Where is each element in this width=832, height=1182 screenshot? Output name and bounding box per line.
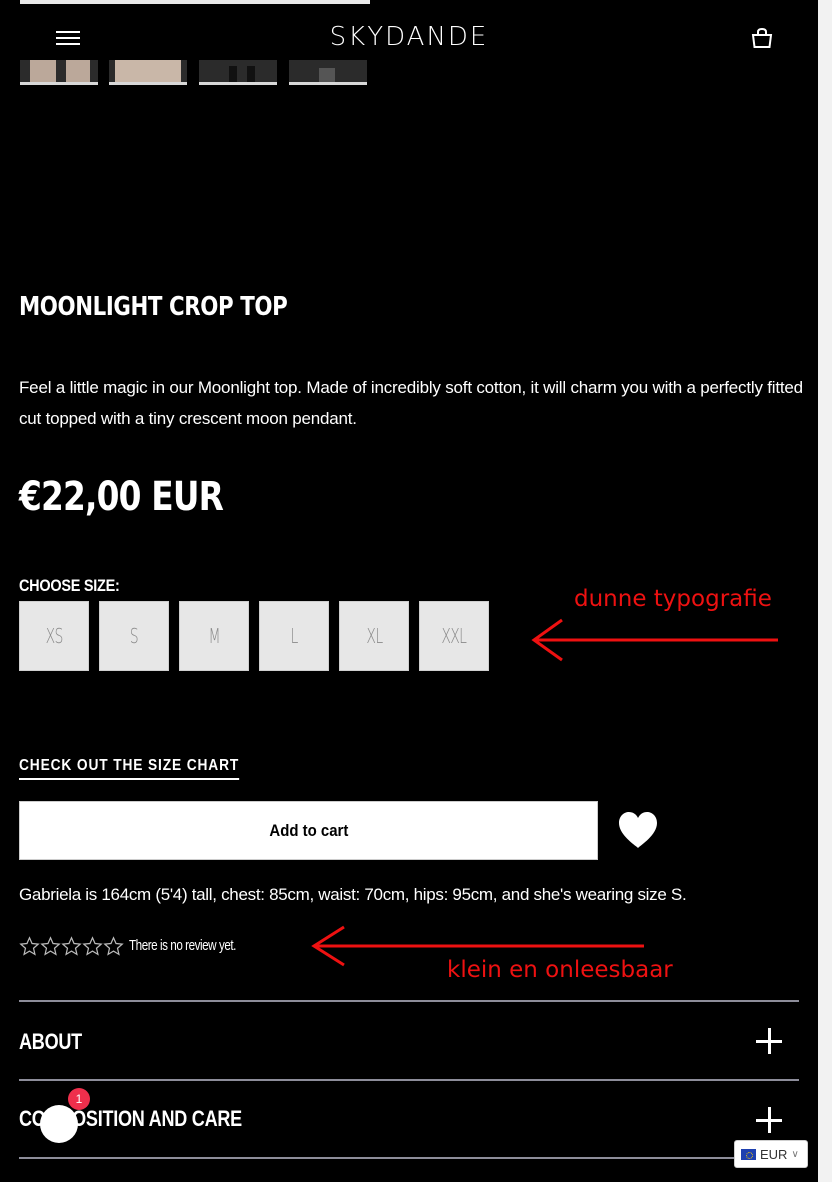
star-outline-icon <box>103 936 124 956</box>
rating-stars <box>19 936 124 958</box>
divider <box>19 1157 799 1159</box>
divider <box>19 1079 799 1081</box>
star-outline-icon <box>19 936 40 956</box>
chevron-down-icon: ∨ <box>791 1148 799 1160</box>
plus-icon[interactable] <box>756 1107 782 1133</box>
size-option-xs[interactable]: XS <box>19 601 89 671</box>
model-size-info: Gabriela is 164cm (5'4) tall, chest: 85c… <box>19 885 687 904</box>
review-status-text[interactable]: There is no review yet. <box>129 937 236 954</box>
annotation-arrow-sizes <box>531 618 778 662</box>
size-option-m[interactable]: M <box>179 601 249 671</box>
size-label: CHOOSE SIZE: <box>19 576 120 595</box>
add-to-cart-button[interactable]: Add to cart <box>19 801 598 860</box>
eu-flag-icon <box>741 1148 756 1160</box>
currency-code: EUR <box>760 1146 788 1162</box>
star-outline-icon <box>61 936 82 956</box>
star-outline-icon <box>40 936 61 956</box>
size-option-xl[interactable]: XL <box>339 601 409 671</box>
product-thumbnail-1[interactable] <box>20 60 98 85</box>
heart-icon[interactable] <box>617 810 659 850</box>
size-option-s[interactable]: S <box>99 601 169 671</box>
chat-bubble-icon[interactable] <box>40 1105 78 1143</box>
product-thumbnail-2[interactable] <box>109 60 187 85</box>
plus-icon[interactable] <box>756 1028 782 1054</box>
scrollbar[interactable] <box>818 0 832 1182</box>
star-outline-icon <box>82 936 103 956</box>
product-page: SKYDANDE MOONLIGHT CROP TOP Feel a littl… <box>0 0 818 1182</box>
product-thumbnail-4[interactable] <box>289 60 367 85</box>
store-logo[interactable]: SKYDANDE <box>0 22 818 52</box>
product-price: €22,00 EUR <box>19 474 224 520</box>
shopping-bag-icon[interactable] <box>750 26 774 50</box>
size-chart-link[interactable]: CHECK OUT THE SIZE CHART <box>19 757 240 780</box>
image-strip-edge <box>20 0 370 4</box>
currency-selector[interactable]: EUR ∨ <box>734 1140 808 1168</box>
product-thumbnail-3[interactable] <box>199 60 277 85</box>
product-description: Feel a little magic in our Moonlight top… <box>19 378 803 428</box>
size-option-xxl[interactable]: XXL <box>419 601 489 671</box>
divider <box>19 1000 799 1002</box>
product-title: MOONLIGHT CROP TOP <box>19 292 288 322</box>
annotation-small-unreadable: klein en onleesbaar <box>447 957 673 983</box>
chat-notification-badge: 1 <box>68 1088 90 1110</box>
annotation-thin-typography: dunne typografie <box>574 586 772 612</box>
accordion-about-title[interactable]: ABOUT <box>19 1029 82 1055</box>
size-option-l[interactable]: L <box>259 601 329 671</box>
